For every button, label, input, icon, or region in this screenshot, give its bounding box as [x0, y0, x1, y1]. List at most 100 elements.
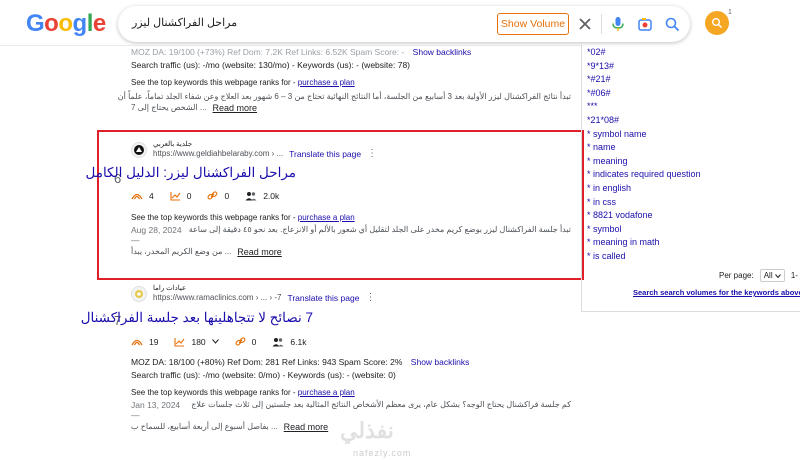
site-row[interactable]: عيادات راما https://www.ramaclinics.com … — [131, 284, 571, 303]
rainbow-icon — [131, 193, 143, 200]
notification-badge: 1 — [728, 9, 732, 16]
pagination-range: 1- — [790, 271, 798, 280]
stat-trend: 0 — [170, 191, 191, 201]
header-divider — [0, 45, 581, 46]
stat-trend: 180 — [174, 337, 219, 347]
search-volumes-link[interactable]: Search search volumes for the keywords a… — [633, 288, 800, 297]
keywords-line: See the top keywords this webpage ranks … — [131, 78, 355, 87]
stat-traffic: 6.1k — [272, 337, 306, 347]
snippet-continued: ... الشخص يحتاج إلى 7 — [131, 103, 207, 112]
snippet-row: Aug 28, 2024 — تبدأ جلسة الفراكشنال ليزر… — [131, 225, 571, 245]
site-favicon — [131, 141, 147, 158]
translate-link[interactable]: Translate this page — [287, 293, 359, 303]
snippet: تبدأ جلسة الفراكشنال ليزر بوضع كريم مخدر… — [188, 225, 571, 234]
related-keyword-item[interactable]: *#06# — [587, 87, 701, 101]
microphone-icon[interactable] — [608, 14, 628, 34]
chevron-down-icon — [211, 339, 219, 344]
clear-icon[interactable] — [575, 14, 595, 34]
related-keyword-item[interactable]: * indicates required question — [587, 168, 701, 182]
related-keyword-item[interactable]: *21*08# — [587, 114, 701, 128]
logo-letter: e — [92, 10, 106, 37]
related-keyword-item[interactable]: *#21# — [587, 73, 701, 87]
result-date: Jan 13, 2024 — — [131, 400, 181, 420]
translate-link[interactable]: Translate this page — [289, 149, 361, 159]
logo-letter: G — [26, 10, 45, 37]
site-name: جلدية بالعربي — [153, 141, 193, 148]
stat-visibility: 19 — [131, 337, 158, 347]
stat-visibility: 4 — [131, 191, 154, 201]
related-keyword-item[interactable]: * symbol — [587, 223, 701, 237]
trend-chart-icon — [174, 337, 185, 347]
search-icon[interactable] — [662, 14, 682, 34]
read-more-link[interactable]: Read more — [284, 422, 329, 432]
logo-letter: o — [44, 10, 59, 37]
related-keyword-item[interactable]: * meaning — [587, 155, 701, 169]
metrics-line: MOZ DA: 18/100 (+80%) Ref Dom: 281 Ref L… — [131, 357, 470, 367]
snippet-continued: ... بفاصل أسبوع إلى أربعة أسابيع، للسماح… — [131, 422, 278, 431]
related-keyword-item[interactable]: * meaning in math — [587, 236, 701, 250]
link-icon — [207, 191, 218, 200]
traffic-line: Search traffic (us): -/mo (website: 130/… — [131, 60, 411, 70]
right-panel-bottom-divider — [581, 311, 800, 312]
search-input[interactable]: مراحل الفراكشنال ليزر — [132, 16, 372, 29]
result-title[interactable]: 7 نصائح لا تتجاهلينها بعد جلسة الفراكشنا… — [81, 310, 313, 326]
related-keyword-item[interactable]: * in css — [587, 196, 701, 210]
related-keyword-item[interactable]: * is called — [587, 250, 701, 264]
purchase-plan-link[interactable]: purchase a plan — [298, 213, 355, 222]
per-page-select[interactable]: All — [759, 269, 785, 282]
people-icon — [245, 191, 257, 200]
result-date: Aug 28, 2024 — — [131, 225, 182, 245]
account-avatar[interactable] — [705, 11, 729, 35]
keywords-line: See the top keywords this webpage ranks … — [131, 213, 355, 222]
site-row[interactable]: جلدية بالعربي https://www.geldiahbelarab… — [131, 140, 571, 159]
related-keyword-item[interactable]: *02# — [587, 46, 701, 60]
more-options-icon[interactable]: ⋮ — [367, 148, 377, 159]
result-7: عيادات راما https://www.ramaclinics.com … — [81, 284, 571, 432]
related-keyword-item[interactable]: * symbol name — [587, 128, 701, 142]
site-url[interactable]: https://www.ramaclinics.com › ... › -7 — [153, 293, 281, 302]
chevron-down-icon — [774, 274, 781, 279]
watermark-logo: نفذلي — [340, 418, 394, 443]
keywords-line: See the top keywords this webpage ranks … — [131, 388, 355, 397]
per-page-label: Per page: — [719, 271, 754, 280]
site-name: عيادات راما — [153, 285, 187, 292]
show-backlinks-link[interactable]: Show backlinks — [413, 47, 472, 57]
more-options-icon[interactable]: ⋮ — [365, 292, 375, 303]
related-keyword-item[interactable]: *9*13# — [587, 60, 701, 74]
watermark-url: nafezly.com — [353, 448, 412, 458]
search-box[interactable]: مراحل الفراكشنال ليزر Show Volume — [118, 6, 690, 42]
purchase-plan-link[interactable]: purchase a plan — [298, 388, 355, 397]
read-more-link[interactable]: Read more — [237, 247, 282, 257]
per-page-control: Per page: All 1- — [719, 269, 798, 282]
related-keyword-item[interactable]: * name — [587, 141, 701, 155]
metrics-line: MOZ DA: 19/100 (+73%) Ref Dom: 7.2K Ref … — [131, 47, 472, 57]
stat-links: 0 — [207, 190, 229, 201]
stat-links: 0 — [235, 336, 256, 347]
snippet: كم جلسة فراكشنال يحتاج الوجه؟ بشكل عام، … — [191, 400, 571, 409]
snippet-row: Jan 13, 2024 — كم جلسة فراكشنال يحتاج ال… — [131, 400, 571, 420]
result-6: جلدية بالعربي https://www.geldiahbelarab… — [85, 140, 571, 257]
traffic-line: Search traffic (us): -/mo (website: 0/mo… — [131, 370, 396, 380]
result-title[interactable]: مراحل الفراكشنال ليزر: الدليل الكامل — [85, 165, 296, 181]
related-keyword-item[interactable]: * 8821 vodafone — [587, 209, 701, 223]
site-favicon — [131, 285, 147, 302]
snippet: تبدأ نتائج الفراكشنال ليزر الأولية بعد 3… — [117, 92, 571, 101]
purchase-plan-link[interactable]: purchase a plan — [298, 78, 355, 87]
right-panel-divider — [581, 44, 582, 311]
result-top: MOZ DA: 19/100 (+73%) Ref Dom: 7.2K Ref … — [117, 47, 571, 113]
show-volume-button[interactable]: Show Volume — [497, 13, 569, 35]
stat-traffic: 2.0k — [245, 191, 279, 201]
related-keyword-item[interactable]: * in english — [587, 182, 701, 196]
snippet-continued: ... من وضع الكريم المخدر، يبدأ — [131, 247, 232, 256]
related-keyword-item[interactable]: *** — [587, 100, 701, 114]
read-more-link[interactable]: Read more — [213, 103, 258, 113]
site-url[interactable]: https://www.geldiahbelaraby.com › ... — [153, 149, 283, 158]
people-icon — [272, 337, 284, 346]
link-icon — [235, 337, 246, 346]
show-backlinks-link[interactable]: Show backlinks — [411, 357, 470, 367]
related-keywords-list: *02# *9*13# *#21# *#06# *** *21*08# * symbol n… — [587, 46, 701, 264]
logo-letter: g — [72, 10, 88, 37]
logo-letter: o — [58, 10, 73, 37]
camera-lens-icon[interactable] — [635, 14, 655, 34]
google-logo[interactable]: Google — [26, 10, 106, 38]
